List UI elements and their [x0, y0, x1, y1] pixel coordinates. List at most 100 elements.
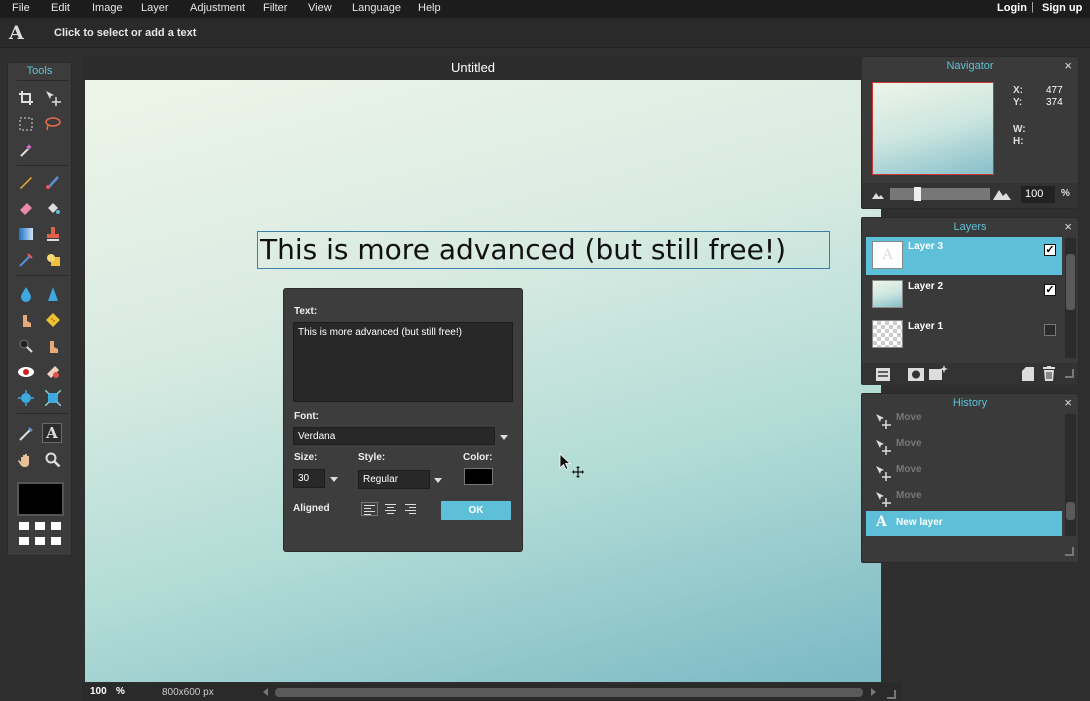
sharpen-icon[interactable]	[43, 284, 63, 304]
menu-language[interactable]: Language	[352, 2, 401, 14]
scroll-left-icon[interactable]	[263, 688, 268, 696]
view-grid-icon[interactable]	[35, 537, 45, 545]
history-item[interactable]: Move	[866, 434, 1062, 459]
view-grid-icon[interactable]	[19, 537, 29, 545]
scroll-right-icon[interactable]	[871, 688, 876, 696]
type-tool-icon[interactable]: A	[42, 423, 62, 443]
zoom-out-mountain-icon[interactable]	[872, 191, 884, 199]
menu-file[interactable]: File	[12, 2, 30, 14]
move-icon[interactable]	[43, 88, 63, 108]
brush-icon[interactable]	[43, 172, 63, 192]
crop-icon[interactable]	[16, 88, 36, 108]
history-item[interactable]: Move	[866, 460, 1062, 485]
lasso-icon[interactable]	[43, 114, 63, 134]
menu-layer[interactable]: Layer	[141, 2, 169, 14]
move-tool-icon	[876, 466, 891, 481]
zoom-icon[interactable]	[43, 450, 63, 470]
zoom-slider-handle[interactable]	[914, 187, 921, 201]
menu-help[interactable]: Help	[418, 2, 441, 14]
color-picker-icon[interactable]	[16, 424, 36, 444]
horizontal-scrollbar-thumb[interactable]	[275, 688, 863, 697]
history-item[interactable]: Move	[866, 408, 1062, 433]
history-item[interactable]: A New layer	[866, 511, 1062, 536]
layer-row[interactable]: A Layer 3 ✓	[866, 237, 1062, 275]
size-select[interactable]: 30	[293, 469, 325, 488]
marquee-icon[interactable]	[16, 114, 36, 134]
resize-grip-icon[interactable]	[1065, 369, 1074, 378]
bloat-icon[interactable]	[16, 388, 36, 408]
visibility-check-icon[interactable]: ✓	[1044, 244, 1056, 256]
paint-bucket-icon[interactable]	[43, 198, 63, 218]
zoom-slider-track[interactable]	[890, 188, 990, 200]
close-icon[interactable]: ×	[1064, 219, 1072, 234]
view-grid-icon[interactable]	[51, 537, 61, 545]
font-select[interactable]: Verdana	[293, 427, 495, 445]
close-icon[interactable]: ×	[1064, 58, 1072, 73]
layer-settings-icon[interactable]	[876, 368, 890, 381]
layer-row[interactable]: Layer 1	[866, 316, 1062, 354]
zoom-level[interactable]: 100	[90, 686, 107, 697]
dodge-icon[interactable]	[43, 336, 63, 356]
font-dropdown-icon[interactable]	[500, 435, 508, 440]
visibility-check-icon[interactable]	[1044, 324, 1056, 336]
layer-mask-icon[interactable]	[908, 368, 924, 381]
zoom-input[interactable]: 100	[1021, 186, 1055, 203]
view-grid-icon[interactable]	[35, 522, 45, 530]
magic-wand-icon[interactable]	[16, 140, 36, 160]
style-select[interactable]: Regular	[358, 470, 430, 489]
canvas-text-layer[interactable]: This is more advanced (but still free!)	[257, 231, 830, 269]
red-eye-icon[interactable]	[16, 362, 36, 382]
login-link[interactable]: Login	[997, 2, 1027, 14]
blur-icon[interactable]	[16, 284, 36, 304]
signup-link[interactable]: Sign up	[1042, 2, 1082, 14]
align-left-icon[interactable]	[361, 502, 378, 516]
history-item[interactable]: Move	[866, 486, 1062, 511]
gradient-icon[interactable]	[16, 224, 36, 244]
close-icon[interactable]: ×	[1064, 395, 1072, 410]
navigator-preview[interactable]	[872, 82, 994, 175]
history-label: Move	[896, 412, 922, 423]
menu-adjustment[interactable]: Adjustment	[190, 2, 245, 14]
menu-edit[interactable]: Edit	[51, 2, 70, 14]
scrollbar-thumb[interactable]	[1066, 502, 1075, 520]
layer-row[interactable]: Layer 2 ✓	[866, 276, 1062, 314]
foreground-color-swatch[interactable]	[17, 482, 64, 516]
text-input[interactable]: This is more advanced (but still free!)	[293, 322, 513, 402]
resize-grip-icon[interactable]	[1065, 547, 1074, 556]
new-layer-icon[interactable]	[1022, 367, 1034, 381]
layer-thumb-transparent	[872, 320, 903, 348]
view-grid-icon[interactable]	[19, 522, 29, 530]
smudge-icon[interactable]	[16, 310, 36, 330]
history-label: Move	[896, 464, 922, 475]
layer-styles-icon[interactable]	[929, 365, 949, 381]
visibility-check-icon[interactable]: ✓	[1044, 284, 1056, 296]
drawing-icon[interactable]	[43, 250, 63, 270]
eraser-icon[interactable]	[16, 198, 36, 218]
pinch-icon[interactable]	[43, 388, 63, 408]
menu-filter[interactable]: Filter	[263, 2, 287, 14]
burn-icon[interactable]	[16, 336, 36, 356]
pencil-icon[interactable]	[16, 172, 36, 192]
spot-heal-icon[interactable]	[43, 362, 63, 382]
scrollbar-thumb[interactable]	[1066, 254, 1075, 310]
layers-scrollbar[interactable]	[1065, 238, 1076, 358]
align-right-icon[interactable]	[403, 502, 420, 516]
clone-stamp-icon[interactable]	[43, 224, 63, 244]
history-scrollbar[interactable]	[1065, 414, 1076, 536]
ok-button[interactable]: OK	[441, 501, 511, 520]
resize-grip-icon[interactable]	[887, 690, 896, 699]
align-center-icon[interactable]	[383, 502, 400, 516]
sponge-icon[interactable]	[43, 310, 63, 330]
zoom-in-mountain-icon[interactable]	[993, 188, 1011, 200]
menu-image[interactable]: Image	[92, 2, 123, 14]
type-tool-icon: A	[876, 514, 887, 530]
size-dropdown-icon[interactable]	[330, 477, 338, 482]
hand-icon[interactable]	[16, 450, 36, 470]
menu-view[interactable]: View	[308, 2, 332, 14]
text-color-swatch[interactable]	[464, 468, 493, 485]
trash-icon[interactable]	[1043, 366, 1055, 381]
view-grid-icon[interactable]	[51, 522, 61, 530]
image-dimensions: 800x600 px	[162, 687, 214, 698]
color-replace-icon[interactable]	[16, 250, 36, 270]
style-dropdown-icon[interactable]	[434, 478, 442, 483]
